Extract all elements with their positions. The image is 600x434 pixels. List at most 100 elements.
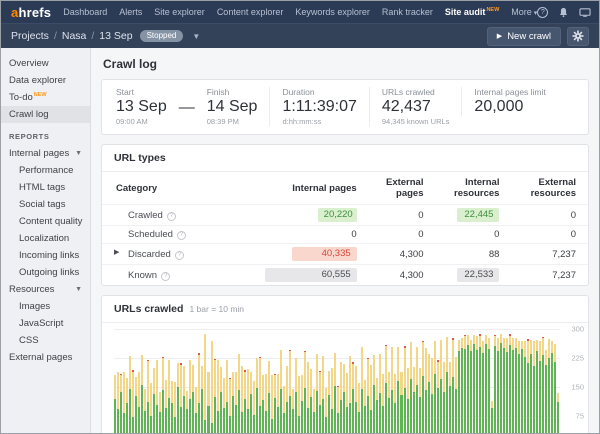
bar-segment [554, 344, 556, 362]
url-types-card: URL types CategoryInternal pagesExternal… [101, 144, 589, 286]
help-icon[interactable]: ? [537, 7, 548, 18]
sidebar-item-label: Images [19, 301, 82, 312]
nav-item-dashboard[interactable]: Dashboard [63, 7, 107, 17]
bar-segment [325, 388, 327, 417]
sidebar-item-performance[interactable]: Performance [1, 162, 90, 179]
bar-segment [129, 356, 131, 388]
column-header-internal-pages: Internal pages [253, 172, 369, 205]
app-window: ahrefs Dashboard Alerts Site explorer Conte… [0, 0, 600, 434]
info-icon[interactable]: ? [161, 272, 170, 281]
sidebar-item-outgoing-links[interactable]: Outgoing links [1, 264, 90, 281]
bar-segment [349, 403, 351, 433]
value-bar: 40,335 [292, 247, 357, 261]
stacked-bar [147, 329, 149, 433]
breadcrumb-crawl-date[interactable]: 13 Sep [99, 30, 132, 42]
bar-segment [542, 338, 544, 355]
sidebar-item-data-explorer[interactable]: Data explorer [1, 72, 90, 89]
bar-segment [183, 366, 185, 396]
info-icon[interactable]: ? [175, 251, 184, 260]
nav-item-site-audit[interactable]: Site auditNEW [445, 7, 499, 17]
sidebar-item-javascript[interactable]: JavaScript [1, 315, 90, 332]
sidebar-item-internal-pages[interactable]: Internal pages▼ [1, 145, 90, 162]
value-bar: 20,220 [318, 208, 357, 222]
bar-segment [422, 342, 424, 376]
stacked-bar [473, 329, 475, 433]
stacked-bar [259, 329, 261, 433]
bar-segment [407, 399, 409, 433]
breadcrumb-projects[interactable]: Projects [11, 30, 49, 42]
stacked-bar [446, 329, 448, 433]
value-cell: 0 [369, 205, 436, 226]
sidebar-item-label: Overview [9, 58, 82, 69]
bar-segment [530, 354, 532, 433]
bar-segment [250, 394, 252, 433]
nav-item-content-explorer[interactable]: Content explorer [217, 7, 284, 17]
nav-item-alerts[interactable]: Alerts [119, 7, 142, 17]
sidebar-item-content-quality[interactable]: Content quality [1, 213, 90, 230]
sidebar-item-html-tags[interactable]: HTML tags [1, 179, 90, 196]
expand-row-icon[interactable]: ▶ [114, 248, 119, 256]
bar-segment [204, 420, 206, 433]
bar-segment [370, 365, 372, 410]
bar-segment [223, 378, 225, 408]
bar-segment [334, 353, 336, 386]
nav-item-rank-tracker[interactable]: Rank tracker [382, 7, 433, 17]
chevron-down-icon[interactable]: ▼ [75, 150, 82, 157]
bar-segment [322, 356, 324, 399]
bar-segment [515, 348, 517, 433]
bell-icon[interactable] [558, 7, 569, 18]
ahrefs-logo[interactable]: ahrefs [11, 5, 51, 20]
bar-segment [189, 399, 191, 433]
nav-item-site-explorer[interactable]: Site explorer [154, 7, 205, 17]
stacked-bar [410, 329, 412, 433]
bar-segment [186, 409, 188, 433]
sidebar-item-crawl-log[interactable]: Crawl log [1, 106, 90, 123]
stacked-bar [355, 329, 357, 433]
breadcrumb-project[interactable]: Nasa [62, 30, 87, 42]
sidebar-item-resources[interactable]: Resources▼ [1, 281, 90, 298]
bar-segment [156, 405, 158, 433]
bar-segment [400, 372, 402, 394]
bar-segment [201, 366, 203, 388]
stacked-bar [274, 329, 276, 433]
stacked-bar [488, 329, 490, 433]
bar-segment [214, 360, 216, 397]
bar-segment [545, 365, 547, 433]
bar-segment [217, 411, 219, 433]
info-icon[interactable]: ? [177, 231, 186, 240]
stacked-bar [289, 329, 291, 433]
stacked-bar [557, 329, 559, 433]
bar-segment [334, 386, 336, 433]
sidebar-item-social-tags[interactable]: Social tags [1, 196, 90, 213]
stacked-bar [165, 329, 167, 433]
sidebar-item-incoming-links[interactable]: Incoming links [1, 247, 90, 264]
nav-item-more[interactable]: More▾ [511, 7, 537, 17]
bar-segment [114, 375, 116, 399]
sidebar-item-to-do[interactable]: To-doNEW [1, 89, 90, 106]
stat-label: URLs crawled [382, 87, 450, 97]
stacked-bar [440, 329, 442, 433]
sidebar-item-overview[interactable]: Overview [1, 55, 90, 72]
sidebar-item-images[interactable]: Images [1, 298, 90, 315]
bar-segment [361, 347, 363, 389]
bar-segment [485, 344, 487, 433]
sidebar-item-external-pages[interactable]: External pages [1, 349, 90, 366]
settings-button[interactable] [567, 27, 589, 46]
bar-segment [211, 423, 213, 433]
nav-item-keywords-explorer[interactable]: Keywords explorer [295, 7, 370, 17]
stacked-bar [521, 329, 523, 433]
bar-segment [419, 397, 421, 433]
sidebar-item-localization[interactable]: Localization [1, 230, 90, 247]
screen-icon[interactable] [579, 7, 591, 18]
bar-segment [153, 394, 155, 433]
sidebar-item-css[interactable]: CSS [1, 332, 90, 349]
bar-segment [488, 338, 490, 350]
new-crawl-button[interactable]: ▶ New crawl [487, 27, 561, 46]
bar-segment [268, 361, 270, 393]
bar-segment [298, 416, 300, 433]
info-icon[interactable]: ? [167, 212, 176, 221]
crawl-select-caret-icon[interactable]: ▼ [192, 32, 200, 41]
chevron-down-icon[interactable]: ▼ [75, 286, 82, 293]
stacked-bar [114, 329, 116, 433]
bar-segment [340, 400, 342, 433]
